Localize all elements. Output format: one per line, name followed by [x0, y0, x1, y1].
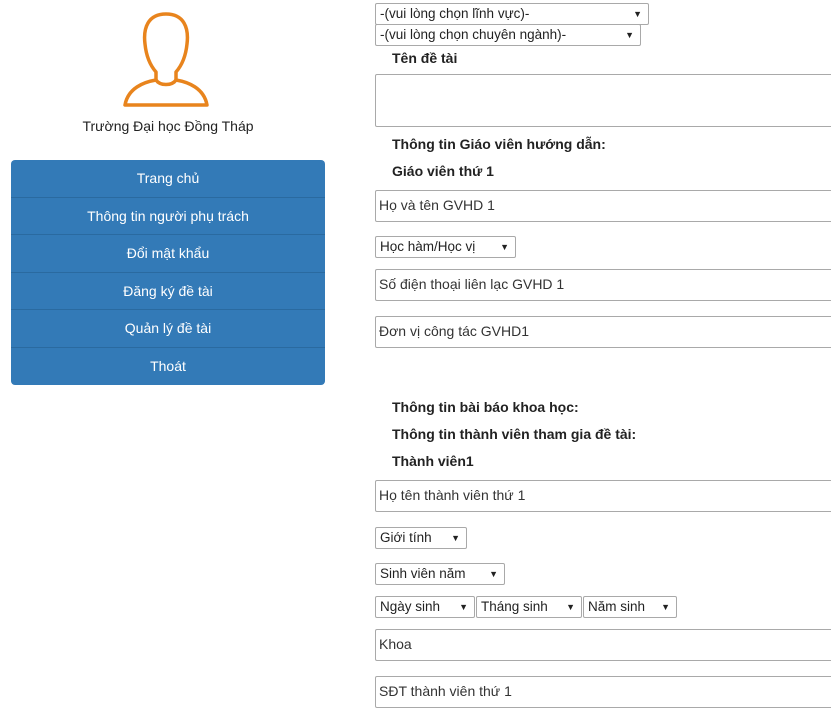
- sidebar-menu: Trang chủ Thông tin người phụ trách Đổi …: [11, 160, 325, 385]
- student-year-select[interactable]: Sinh viên năm ▼: [375, 563, 505, 585]
- member1-phone-input[interactable]: SĐT thành viên thứ 1: [375, 676, 831, 708]
- major-select[interactable]: -(vui lòng chọn chuyên ngành)- ▼: [375, 24, 641, 46]
- dropdown-arrow-icon: ▼: [625, 30, 634, 40]
- field-select-value: -(vui lòng chọn lĩnh vực)-: [380, 6, 530, 21]
- dropdown-arrow-icon: ▼: [661, 602, 670, 612]
- birth-year-select[interactable]: Năm sinh ▼: [583, 596, 677, 618]
- major-select-value: -(vui lòng chọn chuyên ngành)-: [380, 27, 567, 42]
- dropdown-arrow-icon: ▼: [500, 242, 509, 252]
- advisor-section-label: Thông tin Giáo viên hướng dẫn:: [392, 136, 606, 152]
- menu-item-change-password[interactable]: Đổi mật khẩu: [11, 235, 325, 273]
- member1-label: Thành viên1: [392, 453, 474, 469]
- advisor1-name-input[interactable]: Họ và tên GVHD 1: [375, 190, 831, 222]
- birth-month-value: Tháng sinh: [481, 599, 548, 614]
- member1-name-input[interactable]: Họ tên thành viên thứ 1: [375, 480, 831, 512]
- menu-item-logout[interactable]: Thoát: [11, 348, 325, 386]
- academic-title-select[interactable]: Học hàm/Học vị ▼: [375, 236, 516, 258]
- menu-item-register-topic[interactable]: Đăng ký đề tài: [11, 273, 325, 310]
- dropdown-arrow-icon: ▼: [633, 9, 642, 19]
- advisor1-phone-input[interactable]: Số điện thoại liên lạc GVHD 1: [375, 269, 831, 301]
- advisor1-label: Giáo viên thứ 1: [392, 163, 494, 179]
- school-name: Trường Đại học Đồng Tháp: [82, 118, 254, 134]
- dropdown-arrow-icon: ▼: [489, 569, 498, 579]
- dropdown-arrow-icon: ▼: [566, 602, 575, 612]
- topic-title-label: Tên đề tài: [392, 50, 458, 66]
- topic-title-input[interactable]: [375, 74, 831, 127]
- gender-select[interactable]: Giới tính ▼: [375, 527, 467, 549]
- birth-day-value: Ngày sinh: [380, 599, 441, 614]
- birth-month-select[interactable]: Tháng sinh ▼: [476, 596, 582, 618]
- dropdown-arrow-icon: ▼: [451, 533, 460, 543]
- birth-year-value: Năm sinh: [588, 599, 646, 614]
- menu-item-manage-topics[interactable]: Quản lý đề tài: [11, 310, 325, 348]
- menu-item-home[interactable]: Trang chủ: [11, 160, 325, 198]
- faculty-input[interactable]: Khoa: [375, 629, 831, 661]
- student-year-value: Sinh viên năm: [380, 566, 466, 581]
- dropdown-arrow-icon: ▼: [459, 602, 468, 612]
- field-select[interactable]: -(vui lòng chọn lĩnh vực)- ▼: [375, 3, 649, 25]
- members-section-label: Thông tin thành viên tham gia đề tài:: [392, 426, 637, 442]
- article-section-label: Thông tin bài báo khoa học:: [392, 399, 579, 415]
- advisor1-unit-input[interactable]: Đơn vị công tác GVHD1: [375, 316, 831, 348]
- user-avatar-icon: [123, 12, 209, 107]
- academic-title-value: Học hàm/Học vị: [380, 239, 476, 254]
- menu-item-manager-info[interactable]: Thông tin người phụ trách: [11, 198, 325, 235]
- gender-select-value: Giới tính: [380, 530, 432, 545]
- birth-day-select[interactable]: Ngày sinh ▼: [375, 596, 475, 618]
